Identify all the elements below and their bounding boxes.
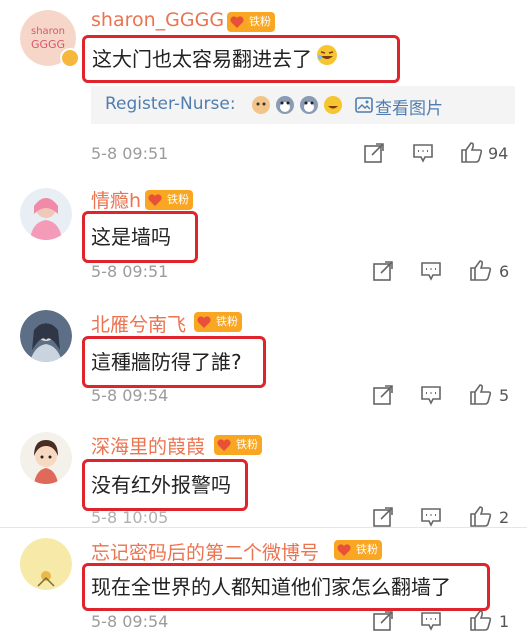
fan-badge: 铁粉 <box>214 435 262 455</box>
share-icon[interactable] <box>372 260 394 282</box>
fan-badge: 铁粉 <box>194 312 242 332</box>
cat-emoji-icon <box>252 96 270 114</box>
dog-emoji-icon <box>300 96 318 114</box>
image-icon <box>355 97 373 113</box>
comment-icon[interactable] <box>420 507 442 527</box>
timestamp: 5-8 09:51 <box>91 144 169 163</box>
reply-username[interactable]: Register-Nurse: <box>105 94 236 114</box>
view-image-link[interactable]: 查看图片 <box>375 94 443 119</box>
avatar[interactable] <box>20 538 72 590</box>
comment-item: sharon GGGG sharon_GGGG 铁粉 这大门也太容易翻进去了 R… <box>0 0 527 176</box>
fan-badge: 铁粉 <box>227 12 275 32</box>
username[interactable]: 情瘾h <box>91 186 141 213</box>
heart-badge-icon <box>337 544 351 556</box>
comment-icon[interactable] <box>420 385 442 405</box>
avatar[interactable] <box>20 188 72 240</box>
comment-item: 情瘾h 铁粉 这是墙吗 5-8 09:51 6 <box>0 176 527 296</box>
avatar[interactable] <box>20 432 72 484</box>
svg-text:GGGG: GGGG <box>31 38 65 51</box>
like-count: 6 <box>499 262 510 281</box>
username[interactable]: 忘记密码后的第二个微博号 <box>91 538 319 565</box>
dog-emoji-icon <box>276 96 294 114</box>
comment-text: 这大门也太容易翻进去了 <box>92 47 312 71</box>
username[interactable]: 深海里的葭葭 <box>91 432 205 459</box>
fan-badge: 铁粉 <box>145 190 193 210</box>
share-icon[interactable] <box>372 384 394 406</box>
share-icon[interactable] <box>372 610 394 632</box>
username[interactable]: 北雁兮南飞 <box>91 310 186 337</box>
comment-text: 这是墙吗 <box>91 225 171 249</box>
comment-item: 北雁兮南飞 铁粉 這種牆防得了誰? 5-8 09:54 5 <box>0 296 527 418</box>
heart-badge-icon <box>217 439 231 451</box>
like-icon[interactable] <box>469 504 493 528</box>
comment-text: 這種牆防得了誰? <box>91 350 242 374</box>
like-icon[interactable] <box>469 258 493 282</box>
like-count: 94 <box>488 144 509 163</box>
reply-preview[interactable]: Register-Nurse: 查看图片 <box>91 86 515 124</box>
laughing-emoji-icon <box>317 45 337 65</box>
comment-icon[interactable] <box>412 143 434 163</box>
like-count: 2 <box>499 508 510 527</box>
comment-text: 没有红外报警吗 <box>91 473 231 497</box>
fan-badge: 铁粉 <box>334 540 382 560</box>
comment-icon[interactable] <box>420 261 442 281</box>
like-icon[interactable] <box>469 382 493 406</box>
verified-icon <box>60 48 80 68</box>
heart-badge-icon <box>197 316 211 328</box>
share-icon[interactable] <box>363 142 385 164</box>
timestamp: 5-8 10:05 <box>91 508 169 527</box>
heart-badge-icon <box>230 16 244 28</box>
comment-item: 深海里的葭葭 铁粉 没有红外报警吗 5-8 10:05 2 <box>0 418 527 528</box>
timestamp: 5-8 09:51 <box>91 262 169 281</box>
comment-icon[interactable] <box>420 611 442 631</box>
comment-item: 忘记密码后的第二个微博号 铁粉 现在全世界的人都知道他们家怎么翻墙了 5-8 0… <box>0 528 527 640</box>
username[interactable]: sharon_GGGG <box>91 9 224 31</box>
laughing-emoji-icon <box>324 96 342 114</box>
timestamp: 5-8 09:54 <box>91 386 169 405</box>
like-count: 1 <box>499 612 510 631</box>
share-icon[interactable] <box>372 506 394 528</box>
timestamp: 5-8 09:54 <box>91 612 169 631</box>
like-icon[interactable] <box>469 608 493 632</box>
like-count: 5 <box>499 386 510 405</box>
svg-text:sharon: sharon <box>31 26 65 37</box>
comment-text: 现在全世界的人都知道他们家怎么翻墙了 <box>91 575 451 599</box>
avatar[interactable] <box>20 310 72 362</box>
like-icon[interactable] <box>460 140 484 164</box>
heart-badge-icon <box>148 194 162 206</box>
